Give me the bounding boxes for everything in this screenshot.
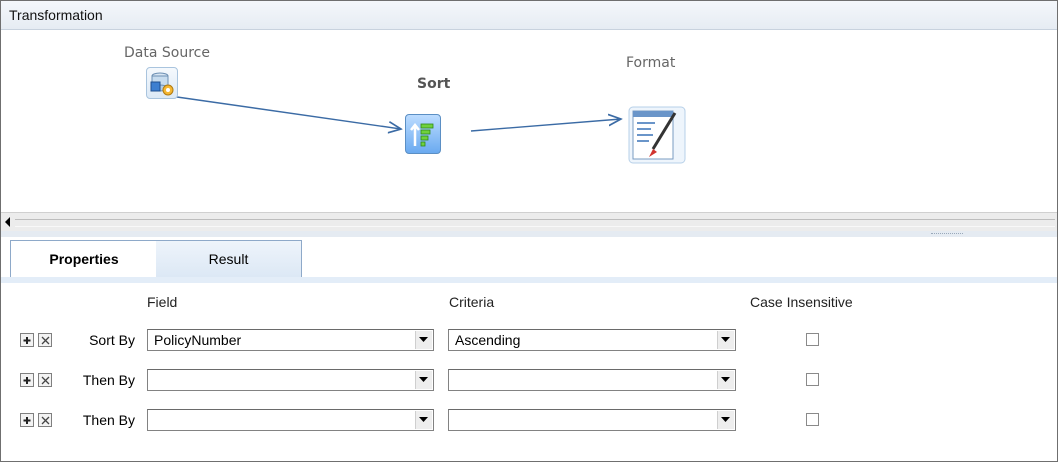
- case-insensitive-checkbox[interactable]: [806, 373, 819, 386]
- chevron-down-icon: [721, 377, 730, 382]
- chevron-down-icon: [721, 337, 730, 342]
- criteria-dropdown-button[interactable]: [717, 371, 734, 389]
- sort-row: Then By: [1, 367, 1057, 395]
- case-insensitive-column-header: Case Insensitive: [750, 294, 853, 310]
- tab-bar: Properties Result: [1, 237, 1057, 285]
- tab-underline: [1, 277, 1057, 283]
- criteria-select[interactable]: Ascending: [448, 329, 736, 351]
- chevron-down-icon: [419, 377, 428, 382]
- window-title: Transformation: [9, 7, 103, 23]
- field-dropdown-button[interactable]: [415, 371, 432, 389]
- connector-sort-format: [470, 119, 621, 132]
- criteria-column-header: Criteria: [449, 294, 495, 310]
- format-label: Format: [626, 55, 676, 71]
- plus-icon: [23, 337, 31, 344]
- field-select[interactable]: PolicyNumber: [147, 329, 434, 351]
- add-row-button[interactable]: [20, 413, 34, 427]
- case-insensitive-checkbox[interactable]: [806, 333, 819, 346]
- transformation-window: Transformation Data Source Sort Format P…: [0, 0, 1058, 462]
- data-source-label: Data Source: [124, 45, 210, 61]
- plus-icon: [23, 417, 31, 424]
- close-icon: [41, 336, 50, 345]
- splitter-grip[interactable]: [931, 233, 963, 236]
- close-icon: [41, 376, 50, 385]
- flow-canvas: Data Source Sort Format: [1, 30, 1057, 212]
- field-column-header: Field: [147, 294, 178, 310]
- format-node[interactable]: [627, 105, 686, 165]
- tab-result[interactable]: Result: [156, 240, 302, 278]
- sort-icon: [410, 122, 434, 147]
- scroll-track[interactable]: [15, 219, 1055, 227]
- sort-node[interactable]: [405, 114, 441, 154]
- title-bar: Transformation: [1, 1, 1057, 30]
- criteria-select-value: Ascending: [455, 332, 521, 348]
- chevron-down-icon: [419, 417, 428, 422]
- chevron-down-icon: [419, 337, 428, 342]
- case-insensitive-checkbox[interactable]: [806, 413, 819, 426]
- remove-row-button[interactable]: [38, 333, 52, 347]
- sort-label: Sort: [417, 76, 451, 92]
- scroll-left-icon[interactable]: [3, 216, 13, 228]
- close-icon: [41, 416, 50, 425]
- criteria-dropdown-button[interactable]: [717, 411, 734, 429]
- field-dropdown-button[interactable]: [415, 331, 432, 349]
- field-select[interactable]: [147, 369, 434, 391]
- remove-row-button[interactable]: [38, 373, 52, 387]
- field-dropdown-button[interactable]: [415, 411, 432, 429]
- field-select-value: PolicyNumber: [154, 332, 242, 348]
- sort-row: Then By: [1, 407, 1057, 435]
- plus-icon: [23, 377, 31, 384]
- chevron-down-icon: [721, 417, 730, 422]
- criteria-select[interactable]: [448, 369, 736, 391]
- add-row-button[interactable]: [20, 373, 34, 387]
- row-label: Then By: [82, 372, 135, 388]
- tab-properties[interactable]: Properties: [10, 240, 158, 278]
- remove-row-button[interactable]: [38, 413, 52, 427]
- row-label: Then By: [82, 412, 135, 428]
- sort-row: Sort By PolicyNumber Ascending: [1, 327, 1057, 355]
- connector-datasource-sort: [176, 96, 401, 129]
- database-gear-icon: [150, 72, 174, 96]
- horizontal-scrollbar[interactable]: [1, 212, 1057, 232]
- criteria-dropdown-button[interactable]: [717, 331, 734, 349]
- criteria-select[interactable]: [448, 409, 736, 431]
- format-brush-icon: [628, 106, 686, 164]
- data-source-node[interactable]: [146, 67, 178, 99]
- add-row-button[interactable]: [20, 333, 34, 347]
- tab-strip: Properties Result: [1, 237, 1057, 278]
- field-select[interactable]: [147, 409, 434, 431]
- row-label: Sort By: [89, 332, 135, 348]
